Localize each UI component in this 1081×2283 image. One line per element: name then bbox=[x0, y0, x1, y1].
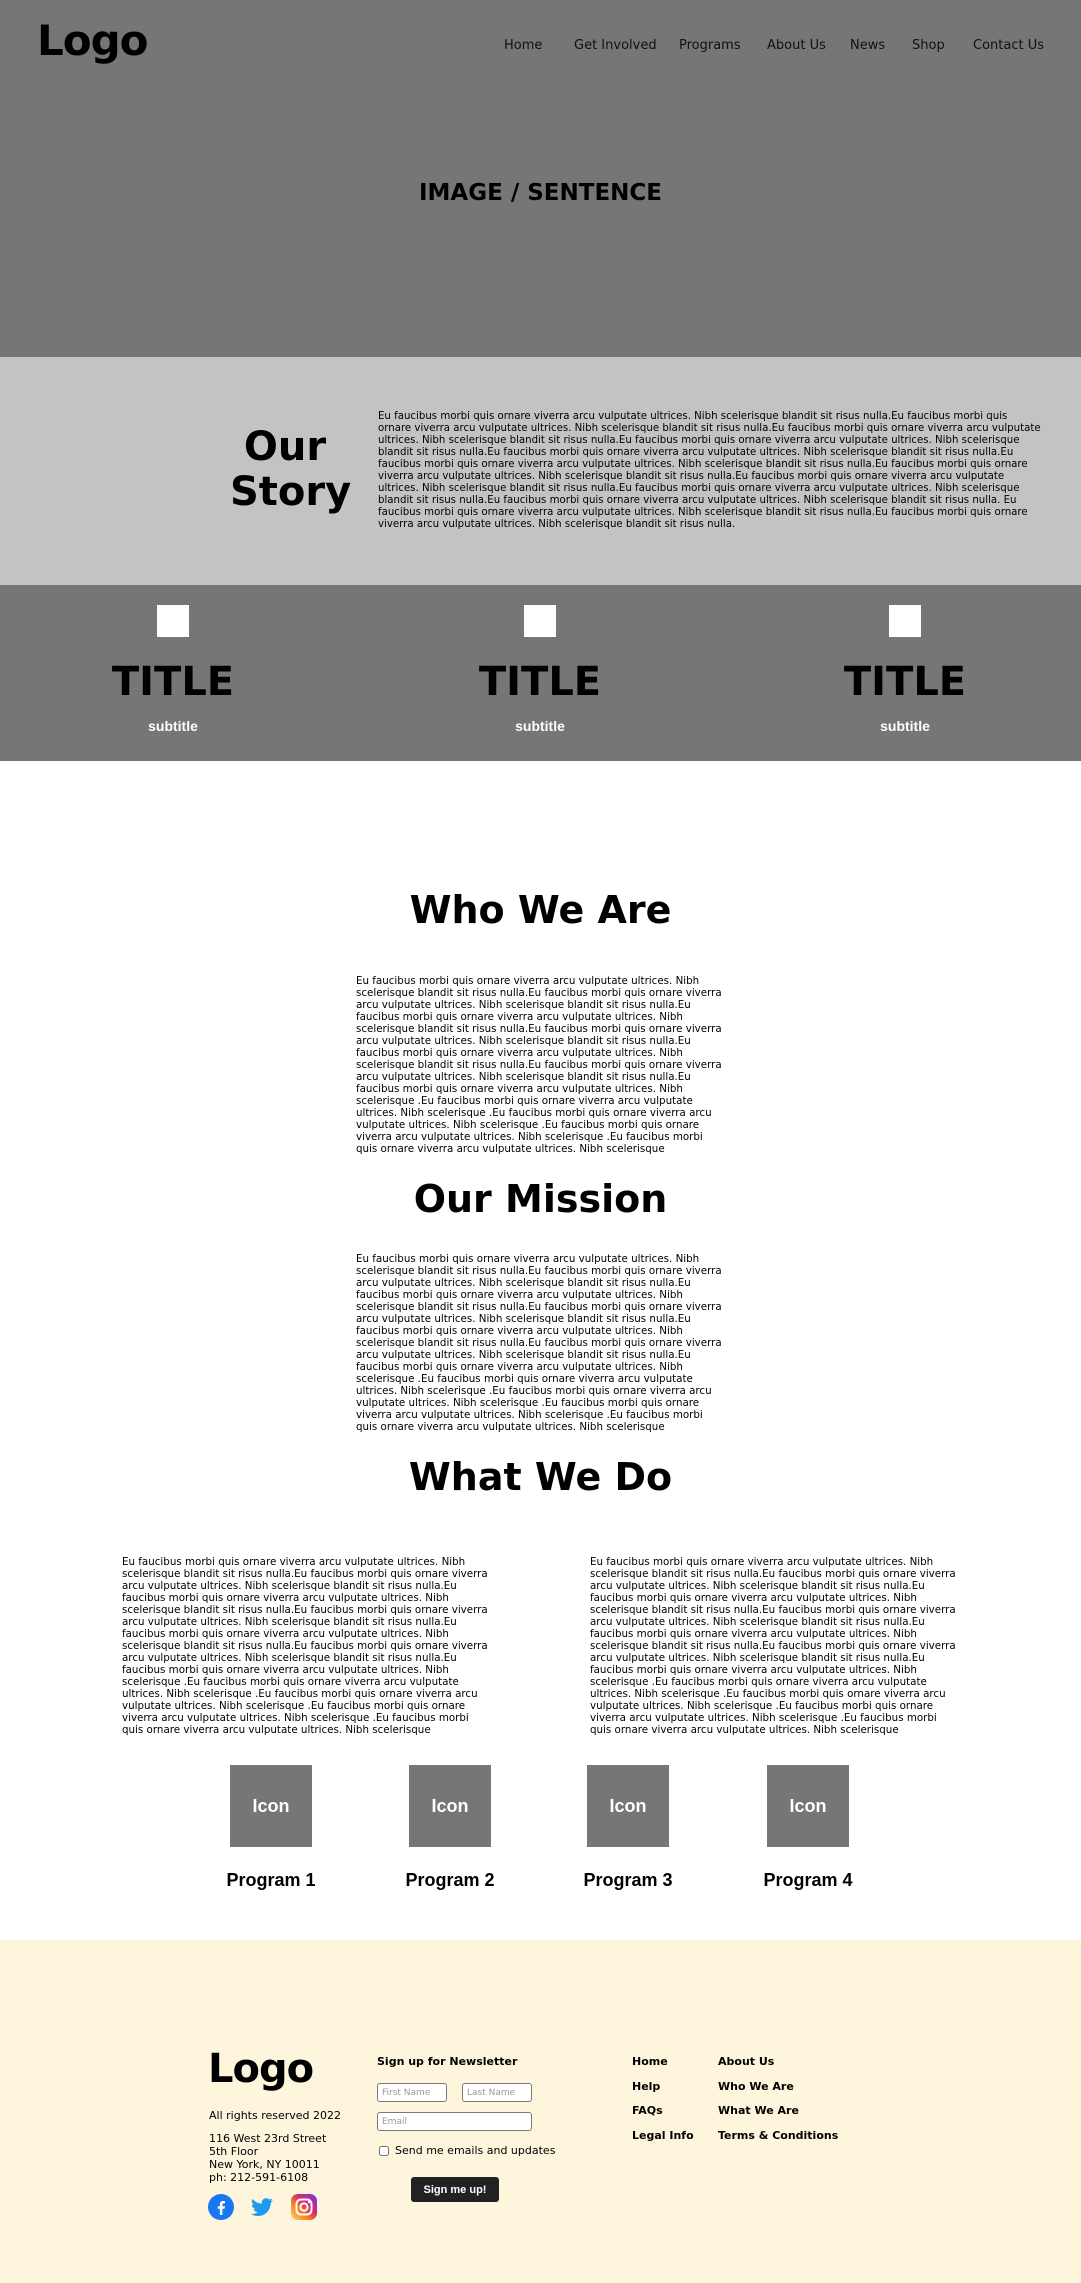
sign-up-button[interactable]: Sign me up! bbox=[411, 2177, 499, 2202]
program-card[interactable]: Icon Program 1 bbox=[206, 1765, 336, 1891]
our-story-section: Our Story Eu faucibus morbi quis ornare … bbox=[0, 357, 1081, 585]
newsletter-title: Sign up for Newsletter bbox=[377, 2055, 518, 2068]
first-name-input[interactable] bbox=[377, 2083, 447, 2102]
footer-link-what-we-are[interactable]: What We Are bbox=[718, 2104, 799, 2117]
footer-address-line: 116 West 23rd Street bbox=[209, 2132, 327, 2145]
our-story-text: Eu faucibus morbi quis ornare viverra ar… bbox=[378, 411, 1041, 530]
what-we-do-text-right: Eu faucibus morbi quis ornare viverra ar… bbox=[590, 1556, 956, 1736]
nav-programs[interactable]: Programs bbox=[679, 38, 741, 53]
footer-address-line: New York, NY 10011 bbox=[209, 2158, 320, 2171]
program-icon[interactable]: Icon bbox=[767, 1765, 849, 1847]
feature-title: TITLE bbox=[111, 659, 235, 705]
program-card[interactable]: Icon Program 2 bbox=[385, 1765, 515, 1891]
footer-copyright: All rights reserved 2022 bbox=[209, 2109, 342, 2122]
what-we-do-title: What We Do bbox=[408, 1455, 673, 1499]
feature-card: TITLE subtitle bbox=[780, 605, 1030, 734]
feature-subtitle: subtitle bbox=[515, 718, 565, 734]
program-label: Program 1 bbox=[226, 1870, 316, 1890]
feature-image-placeholder bbox=[157, 605, 189, 637]
email-updates-checkbox[interactable] bbox=[379, 2146, 389, 2156]
what-we-do-text-left: Eu faucibus morbi quis ornare viverra ar… bbox=[122, 1556, 488, 1736]
facebook-icon[interactable] bbox=[207, 2193, 235, 2221]
feature-title: TITLE bbox=[843, 659, 967, 705]
footer-phone: ph: 212-591-6108 bbox=[209, 2171, 309, 2184]
program-card[interactable]: Icon Program 4 bbox=[743, 1765, 873, 1891]
site-logo[interactable]: Logo bbox=[37, 16, 149, 65]
last-name-input[interactable] bbox=[462, 2083, 532, 2102]
our-story-title: Our Story bbox=[230, 424, 352, 515]
feature-card: TITLE subtitle bbox=[415, 605, 665, 734]
our-mission-text: Eu faucibus morbi quis ornare viverra ar… bbox=[356, 1253, 722, 1433]
footer: Logo All rights reserved 2022 116 West 2… bbox=[0, 1940, 1081, 2283]
instagram-icon[interactable] bbox=[290, 2193, 318, 2221]
feature-card: TITLE subtitle bbox=[48, 605, 298, 734]
nav-shop[interactable]: Shop bbox=[912, 38, 945, 53]
footer-link-about-us[interactable]: About Us bbox=[718, 2055, 774, 2068]
program-label: Program 4 bbox=[763, 1870, 853, 1890]
feature-image-placeholder bbox=[524, 605, 556, 637]
program-label: Program 3 bbox=[583, 1870, 673, 1890]
feature-subtitle: subtitle bbox=[148, 718, 198, 734]
twitter-icon[interactable] bbox=[248, 2193, 276, 2221]
our-mission-title: Our Mission bbox=[413, 1177, 668, 1221]
nav-news[interactable]: News bbox=[850, 38, 885, 53]
nav-home[interactable]: Home bbox=[504, 38, 542, 53]
nav-about-us[interactable]: About Us bbox=[767, 38, 826, 53]
hero-placeholder-text: IMAGE / SENTENCE bbox=[418, 180, 663, 206]
feature-title: TITLE bbox=[478, 659, 602, 705]
footer-link-who-we-are[interactable]: Who We Are bbox=[718, 2080, 794, 2093]
program-icon[interactable]: Icon bbox=[230, 1765, 312, 1847]
feature-subtitle: subtitle bbox=[880, 718, 930, 734]
nav-get-involved[interactable]: Get Involved bbox=[574, 38, 657, 53]
email-input[interactable] bbox=[377, 2112, 532, 2131]
who-we-are-text: Eu faucibus morbi quis ornare viverra ar… bbox=[356, 975, 722, 1155]
email-updates-label: Send me emails and updates bbox=[395, 2144, 556, 2157]
hero-section: Logo Home Get Involved Programs About Us… bbox=[0, 0, 1081, 357]
footer-link-terms[interactable]: Terms & Conditions bbox=[718, 2129, 838, 2142]
program-icon[interactable]: Icon bbox=[587, 1765, 669, 1847]
program-card[interactable]: Icon Program 3 bbox=[563, 1765, 693, 1891]
footer-link-faqs[interactable]: FAQs bbox=[632, 2104, 663, 2117]
feature-image-placeholder bbox=[889, 605, 921, 637]
program-label: Program 2 bbox=[405, 1870, 495, 1890]
footer-address-line: 5th Floor bbox=[209, 2145, 259, 2158]
footer-logo[interactable]: Logo bbox=[208, 2046, 314, 2092]
nav-contact-us[interactable]: Contact Us bbox=[973, 38, 1044, 53]
who-we-are-title: Who We Are bbox=[409, 888, 672, 932]
footer-link-help[interactable]: Help bbox=[632, 2080, 660, 2093]
program-icon[interactable]: Icon bbox=[409, 1765, 491, 1847]
features-section: TITLE subtitle TITLE subtitle TITLE subt… bbox=[0, 585, 1081, 761]
footer-link-legal-info[interactable]: Legal Info bbox=[632, 2129, 694, 2142]
footer-link-home[interactable]: Home bbox=[632, 2055, 668, 2068]
